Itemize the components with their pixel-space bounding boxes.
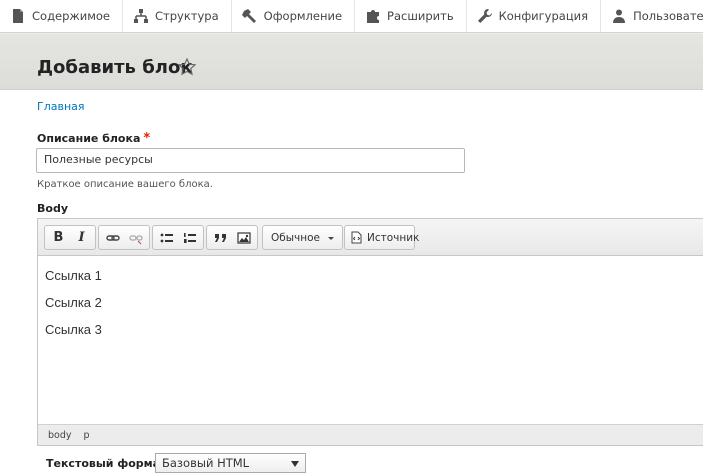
chevron-down-icon: [291, 461, 299, 467]
text-format-label: Текстовый формат: [46, 457, 167, 470]
required-mark: *: [143, 131, 151, 146]
italic-button[interactable]: I: [70, 227, 93, 248]
wrench-brush-icon: [241, 8, 258, 24]
image-icon[interactable]: [232, 227, 255, 248]
page-header: Добавить блок: [0, 34, 703, 90]
source-button[interactable]: Источник: [344, 225, 419, 250]
numbered-list-icon[interactable]: [178, 227, 201, 248]
text-format-value: Базовый HTML: [162, 456, 250, 470]
lists-group: [152, 225, 204, 250]
document-icon: [10, 8, 26, 24]
sitemap-icon: [133, 8, 149, 24]
links-group: [98, 225, 150, 250]
toolbar-item-label: Расширить: [387, 9, 454, 23]
page-title: Добавить блок: [37, 57, 193, 78]
editor-content[interactable]: Ссылка 1 Ссылка 2 Ссылка 3: [38, 257, 703, 425]
puzzle-icon: [365, 8, 381, 24]
toolbar-item-label: Конфигурация: [498, 9, 589, 23]
blockquote-icon[interactable]: [209, 227, 232, 248]
path-item-body[interactable]: body: [48, 430, 72, 441]
toolbar-item-config[interactable]: Конфигурация: [467, 0, 602, 32]
content-line: Ссылка 2: [45, 295, 102, 310]
content-line: Ссылка 3: [45, 322, 102, 337]
path-item-p[interactable]: p: [84, 430, 90, 441]
toolbar-item-label: Содержимое: [32, 9, 111, 23]
paragraph-format-value: Обычное: [271, 231, 320, 244]
body-label: Body: [37, 202, 68, 215]
wrench-icon: [477, 8, 493, 24]
toolbar-item-users[interactable]: Пользователи: [601, 0, 703, 32]
toolbar-item-content[interactable]: Содержимое: [0, 0, 124, 32]
bulleted-list-icon[interactable]: [155, 227, 178, 248]
blocks-group: [206, 225, 258, 250]
source-button-label: Источник: [367, 231, 420, 244]
toolbar-item-extend[interactable]: Расширить: [355, 0, 467, 32]
unlink-icon[interactable]: [124, 227, 147, 248]
star-icon[interactable]: [177, 57, 197, 77]
paragraph-format-dropdown[interactable]: Обычное: [262, 225, 343, 250]
text-format-select[interactable]: Базовый HTML: [155, 453, 306, 473]
toolbar-item-label: Оформление: [263, 9, 343, 23]
rich-text-editor: B I Обычное Источник Ссылка 1 Ссылка 2 С…: [37, 218, 703, 446]
description-label-text: Описание блока: [37, 132, 141, 145]
description-input[interactable]: Полезные ресурсы: [36, 148, 465, 173]
link-icon[interactable]: [101, 227, 124, 248]
editor-toolbar: B I Обычное Источник: [38, 219, 703, 256]
description-label: Описание блока *: [37, 131, 150, 146]
breadcrumb-home[interactable]: Главная: [37, 100, 85, 113]
users-icon: [611, 8, 627, 24]
element-path: body p: [38, 424, 703, 445]
bold-button[interactable]: B: [47, 227, 70, 248]
toolbar-item-appearance[interactable]: Оформление: [232, 0, 356, 32]
toolbar-item-label: Пользователи: [633, 9, 703, 23]
basic-styles-group: B I: [44, 225, 96, 250]
description-help: Краткое описание вашего блока.: [37, 179, 213, 190]
chevron-down-icon: [328, 237, 334, 240]
admin-toolbar: Содержимое Структура Оформление Расширит…: [0, 0, 703, 33]
toolbar-item-structure[interactable]: Структура: [123, 0, 232, 32]
toolbar-item-label: Структура: [155, 9, 219, 23]
content-line: Ссылка 1: [45, 268, 102, 283]
source-icon: [350, 231, 363, 244]
